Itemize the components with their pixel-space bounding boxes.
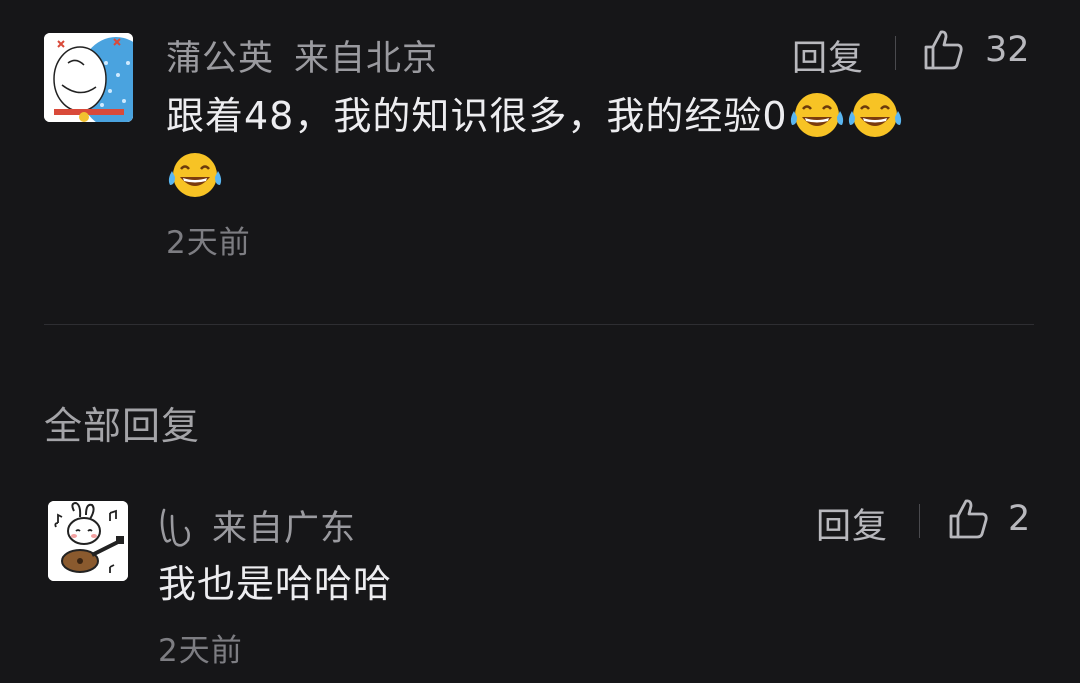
- doraemon-avatar-icon: [44, 33, 133, 122]
- thumbs-up-icon[interactable]: [923, 29, 963, 71]
- comment-author[interactable]: 蒲公英 来自北京: [166, 30, 438, 81]
- location-label: 来自北京: [294, 39, 439, 79]
- thumbs-up-icon[interactable]: [948, 498, 988, 540]
- avatar[interactable]: [44, 33, 133, 122]
- comment-text: 我也是哈哈哈: [158, 562, 393, 606]
- reply-button[interactable]: 回复: [792, 30, 864, 81]
- all-replies-heading: 全部回复: [44, 404, 201, 448]
- reply-button[interactable]: 回复: [816, 498, 888, 549]
- laughing-tears-emoji-icon: [168, 153, 222, 197]
- username[interactable]: 蒲公英: [166, 39, 274, 79]
- comment-text-block: 跟着48，我的知识很多，我的经验0: [166, 86, 1046, 206]
- main-comment: 蒲公英 来自北京 回复 32 跟着48，我的知识很多，我的经验0 2天前: [0, 0, 1080, 300]
- location-label: 来自广东: [212, 509, 357, 549]
- avatar[interactable]: [48, 501, 128, 581]
- comment-author[interactable]: 来自广东: [158, 500, 356, 551]
- timestamp: 2天前: [158, 633, 243, 669]
- comment-thread-page: 蒲公英 来自北京 回复 32 跟着48，我的知识很多，我的经验0 2天前 全部回…: [0, 0, 1080, 683]
- reply-comment: 来自广东 回复 2 我也是哈哈哈 2天前: [0, 480, 1080, 680]
- divider: [919, 504, 920, 538]
- section-divider: [44, 324, 1034, 325]
- rabbit-guitar-avatar-icon: [48, 501, 128, 581]
- handwritten-glyph-icon[interactable]: [158, 506, 192, 548]
- emoji-row: [166, 146, 1046, 206]
- like-count: 32: [985, 30, 1030, 70]
- laughing-tears-emoji-icon: [790, 93, 843, 137]
- comment-text: 跟着48，我的知识很多，我的经验0: [166, 94, 788, 138]
- laughing-tears-emoji-icon: [848, 93, 901, 137]
- timestamp: 2天前: [166, 225, 251, 261]
- like-count: 2: [1008, 499, 1031, 539]
- divider: [895, 36, 896, 70]
